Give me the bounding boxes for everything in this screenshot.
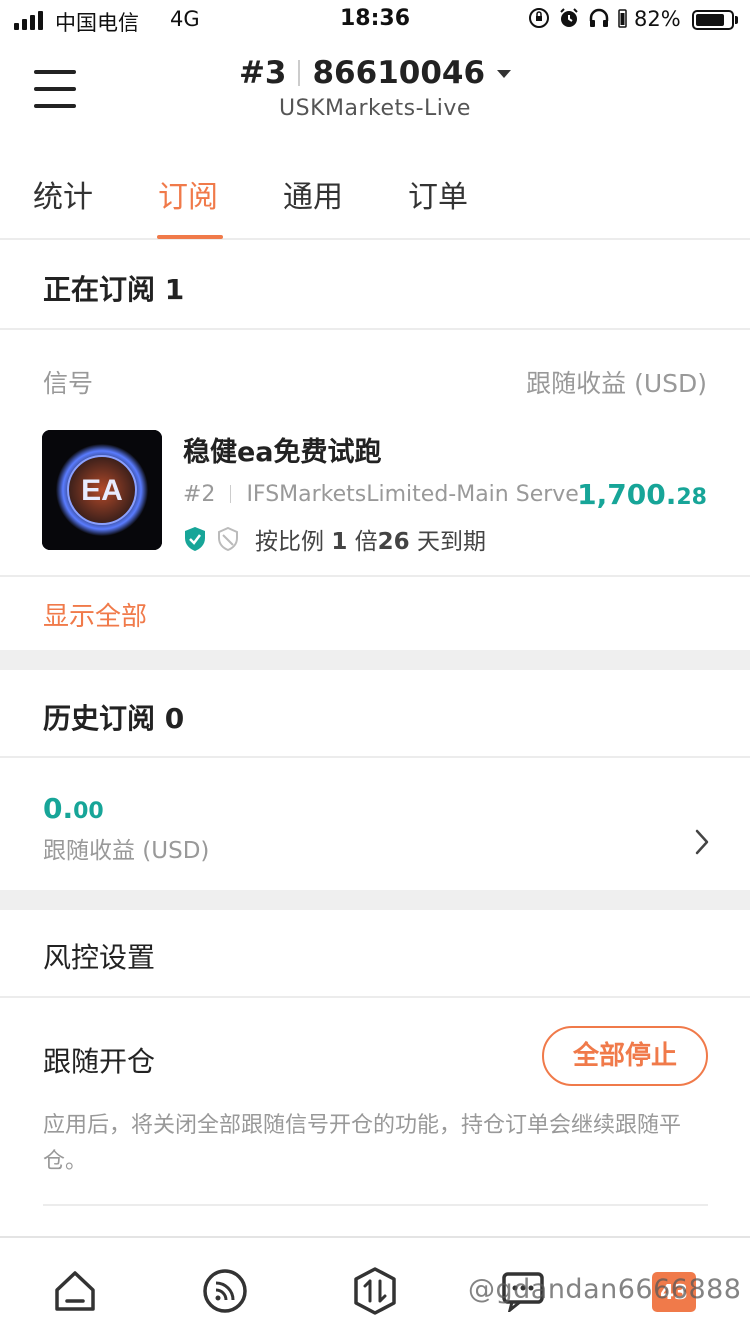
account-number: 86610046	[312, 55, 486, 91]
show-all-link[interactable]: 显示全部	[43, 596, 147, 633]
history-amount-label: 跟随收益 (USD)	[43, 838, 210, 864]
divider	[0, 575, 750, 577]
shield-outline-icon	[218, 527, 238, 551]
days-suffix: 天到期	[409, 529, 486, 555]
chevron-right-icon	[695, 829, 709, 855]
history-summary-row[interactable]: 0.00 跟随收益 (USD)	[0, 758, 750, 890]
network-label: 4G	[170, 7, 200, 31]
copy-mode-label: 按比例	[255, 529, 332, 555]
bottom-nav: 43 @gdandan6666888	[0, 1236, 750, 1336]
battery-icon	[692, 10, 734, 30]
trade-icon[interactable]	[352, 1266, 398, 1316]
home-icon[interactable]	[52, 1268, 98, 1314]
battery-small-icon	[618, 9, 627, 28]
history-amount: 0.00	[43, 792, 104, 825]
account-selector[interactable]: #3 86610046	[0, 55, 750, 91]
tab-bar: 统计 订阅 通用 订单	[0, 140, 750, 240]
days-remaining: 26	[377, 529, 410, 555]
risk-description: 应用后，将关闭全部跟随信号开仓的功能，持仓订单会继续跟随平仓。	[43, 1113, 682, 1174]
history-amount-decimal: 00	[73, 799, 104, 824]
carrier-label: 中国电信	[55, 11, 139, 35]
signals-feed-icon[interactable]	[202, 1268, 248, 1314]
server-name: USKMarkets-Live	[279, 96, 471, 121]
subscription-item[interactable]: EA 稳健ea免费试跑 #2 IFSMarketsLimited-Main Se…	[0, 416, 750, 576]
verified-shield-icon	[185, 527, 205, 551]
meta-divider	[230, 485, 232, 503]
current-subscriptions-header: 正在订阅 1	[0, 240, 750, 330]
signal-icon	[14, 11, 43, 30]
tab-orders[interactable]: 订单	[408, 172, 468, 216]
account-prefix: #3	[238, 55, 287, 91]
section-gap	[0, 650, 750, 670]
tab-general[interactable]: 通用	[283, 172, 343, 216]
divider	[43, 1204, 708, 1206]
status-icons	[528, 7, 628, 29]
column-signal-label: 信号	[43, 369, 94, 398]
history-header: 历史订阅 0	[0, 670, 750, 758]
battery-tip	[735, 16, 738, 24]
active-tab-indicator	[157, 235, 223, 239]
signal-server: IFSMarketsLimited-Main Serve	[246, 482, 579, 507]
chevron-down-icon	[497, 70, 512, 78]
headphones-icon	[589, 8, 609, 27]
profit-integer: 1,700.	[577, 478, 677, 511]
copy-mode: 按比例 1 倍26 天到期	[255, 522, 486, 556]
account-divider	[298, 60, 301, 86]
current-subscriptions-title: 正在订阅 1	[43, 273, 185, 306]
ea-logo-icon: EA	[42, 430, 162, 550]
clock: 18:36	[340, 6, 411, 31]
svg-text:EA: EA	[81, 474, 123, 507]
column-profit-label: 跟随收益 (USD)	[526, 369, 707, 398]
battery-percent: 82%	[634, 7, 681, 31]
copy-ratio-unit: 倍	[347, 529, 378, 555]
history-title: 历史订阅 0	[43, 702, 185, 735]
copy-ratio: 1	[331, 529, 348, 555]
signal-badges: 按比例 1 倍26 天到期	[183, 522, 486, 556]
follow-open-label: 跟随开仓	[43, 1045, 156, 1078]
stop-all-button[interactable]: 全部停止	[542, 1026, 708, 1086]
signal-rank: #2	[183, 482, 216, 507]
signal-avatar: EA	[42, 430, 162, 550]
follow-profit: 1,700.28	[577, 478, 707, 511]
orientation-lock-icon	[529, 8, 549, 28]
tab-statistics[interactable]: 统计	[33, 172, 93, 216]
tab-subscriptions[interactable]: 订阅	[158, 172, 218, 216]
profit-decimal: 28	[676, 485, 707, 510]
watermark-text: @gdandan6666888	[468, 1274, 742, 1305]
status-bar: 中国电信 4G 18:36 82%	[0, 0, 750, 40]
history-amount-integer: 0.	[43, 792, 74, 825]
alarm-icon	[560, 8, 578, 27]
risk-title: 风控设置	[43, 941, 156, 974]
section-gap	[0, 890, 750, 910]
signal-meta: #2 IFSMarketsLimited-Main Serve	[183, 482, 583, 507]
signal-name: 稳健ea免费试跑	[183, 437, 382, 468]
risk-header: 风控设置	[0, 910, 750, 998]
